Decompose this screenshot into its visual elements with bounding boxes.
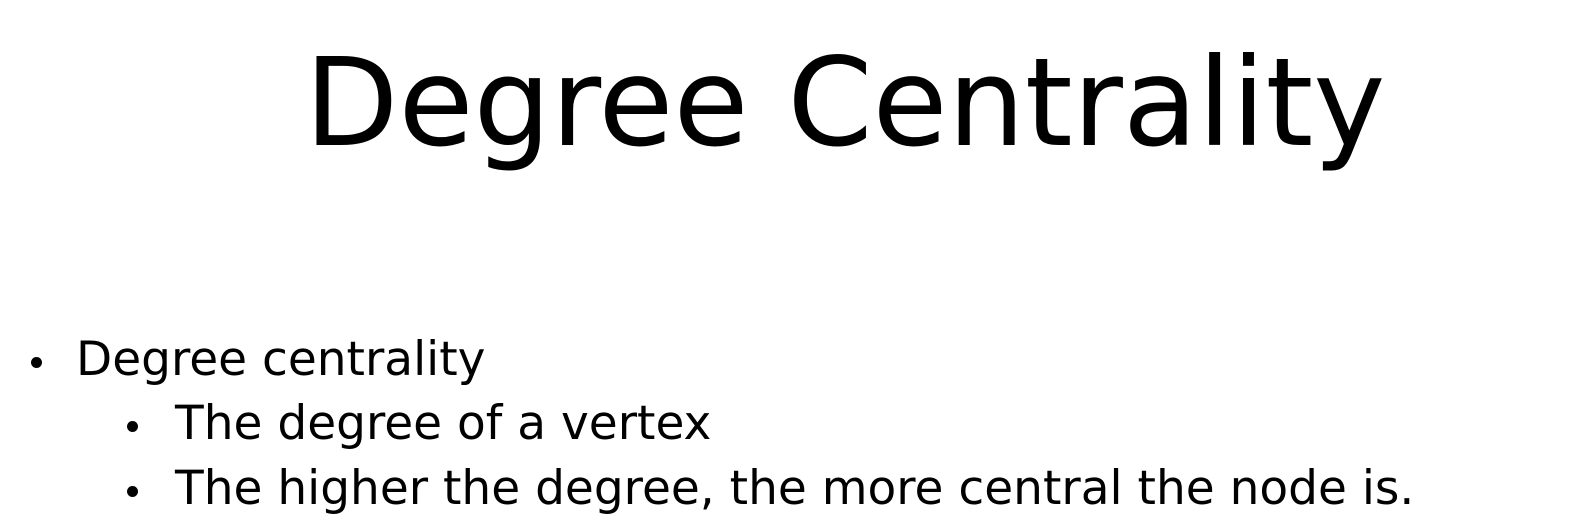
sub-bullet-item: The higher the degree, the more central … — [127, 459, 1415, 519]
bullet-text: Degree centrality — [76, 332, 486, 387]
sub-bullet-item: The degree of a vertex — [127, 394, 712, 454]
slide: Degree Centrality Degree centrality The … — [0, 0, 1573, 532]
slide-title: Degree Centrality — [304, 32, 1386, 174]
bullet-item: Degree centrality — [31, 330, 486, 390]
sub-bullet-text: The degree of a vertex — [175, 396, 712, 451]
sub-bullet-dot-icon — [127, 421, 138, 432]
sub-bullet-text: The higher the degree, the more central … — [175, 461, 1415, 516]
bullet-dot-icon — [31, 357, 42, 368]
sub-bullet-dot-icon — [127, 486, 138, 497]
